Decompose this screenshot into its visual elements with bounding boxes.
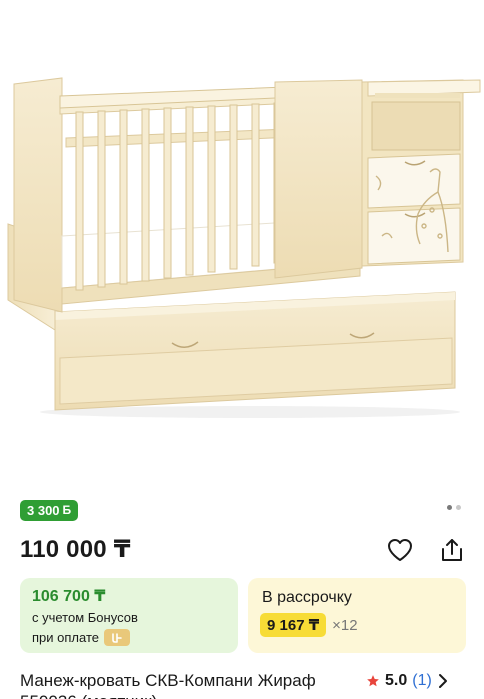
- installment-amount: 9 167 ₸: [260, 613, 327, 637]
- star-icon: [367, 674, 379, 686]
- share-icon: [442, 539, 462, 561]
- bonus-price: 106 700 ₸: [32, 588, 106, 605]
- rating-link[interactable]: 5.0 (1): [366, 670, 449, 691]
- product-image[interactable]: [0, 0, 484, 480]
- product-title: Манеж-кровать СКВ-Компани Жираф 550036 (…: [20, 671, 316, 699]
- rating-value: 5.0: [385, 672, 408, 689]
- installment-months: ×12: [332, 616, 358, 634]
- crib-illustration: [7, 77, 481, 418]
- chevron-right-icon: [438, 673, 447, 688]
- bonus-price-note: с учетом Бонусов: [32, 610, 138, 625]
- rating-count[interactable]: (1): [412, 670, 432, 691]
- carousel-indicator: [447, 505, 461, 510]
- bonus-currency-icon: Б: [62, 503, 72, 517]
- heart-icon: [388, 539, 412, 561]
- bonus-badge: 3 300 Б: [20, 500, 79, 521]
- carousel-dot-active[interactable]: [447, 505, 452, 510]
- share-button[interactable]: [437, 535, 467, 565]
- installment-title: В рассрочку: [262, 589, 352, 606]
- carousel-dot[interactable]: [456, 505, 461, 510]
- favorite-button[interactable]: [385, 535, 415, 565]
- product-page: 3 300 Б 110 000 ₸ 106 700 ₸ с учетом Бон…: [0, 0, 484, 699]
- wallet-icon: [103, 629, 130, 646]
- bonus-payment-label: при оплате: [32, 630, 99, 645]
- bonus-badge-amount: 3 300: [27, 503, 60, 518]
- installment-card[interactable]: В рассрочку 9 167 ₸ ×12: [248, 578, 466, 653]
- installment-row: 9 167 ₸ ×12: [260, 613, 358, 637]
- bonus-payment-note: при оплате: [32, 629, 130, 646]
- bonus-price-card[interactable]: 106 700 ₸ с учетом Бонусов при оплате: [20, 578, 238, 653]
- product-price: 110 000 ₸: [20, 536, 131, 563]
